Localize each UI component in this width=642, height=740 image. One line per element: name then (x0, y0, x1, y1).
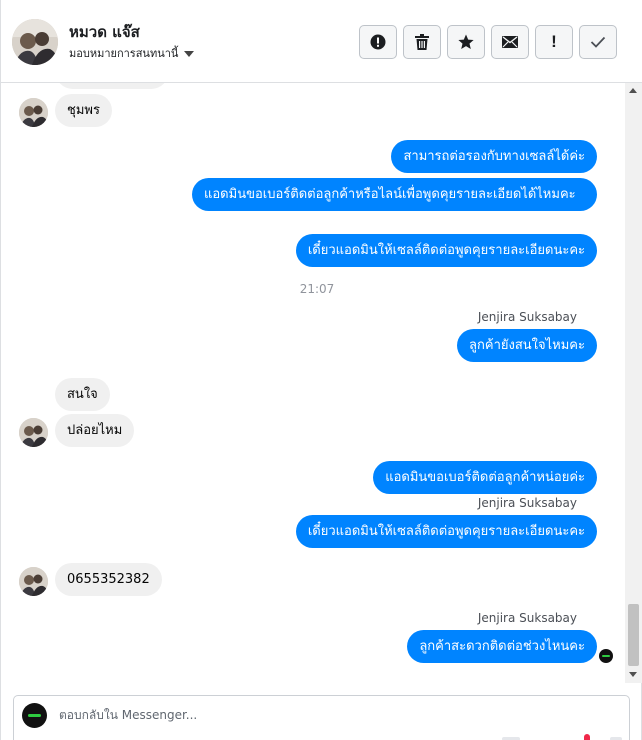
delete-button[interactable] (403, 25, 441, 59)
outgoing-message[interactable]: เดี๋ยวแอดมินให้เซลล์ติดต่อพูดคุยรายละเอี… (295, 515, 597, 548)
star-button[interactable] (447, 25, 485, 59)
incoming-message[interactable]: สนใจ (55, 378, 110, 411)
mark-unread-button[interactable] (491, 25, 529, 59)
envelope-icon (502, 36, 518, 48)
exclamation-icon: ! (551, 32, 557, 51)
inbox-conversation-panel: หมวด แจ๊ส มอบหมายการสนทนานี้ ! ชุมพร สาม… (0, 0, 642, 740)
seen-indicator-icon (599, 649, 613, 663)
outgoing-message[interactable]: แอดมินขอเบอร์ติดต่อลูกค้าหน่อยค่ะ (373, 461, 597, 494)
message-thread[interactable]: ชุมพร สามารถต่อรองกับทางเซลล์ได้ค่ะ แอดม… (1, 83, 625, 683)
incoming-message[interactable]: ชุมพร (55, 94, 112, 127)
reply-composer (13, 695, 630, 740)
customer-avatar[interactable] (12, 19, 58, 65)
thread-scrollbar[interactable] (625, 83, 642, 683)
scrollbar-thumb[interactable] (628, 604, 639, 666)
customer-avatar-small (19, 418, 48, 447)
outgoing-message[interactable]: สามารถต่อรองกับทางเซลล์ได้ค่ะ (391, 140, 597, 173)
assign-conversation-dropdown[interactable]: มอบหมายการสนทนานี้ (69, 44, 195, 62)
star-icon (458, 34, 474, 49)
trash-icon (415, 34, 429, 50)
incoming-message[interactable]: ปล่อยไหม (55, 414, 135, 447)
agent-name-label: Jenjira Suksabay (477, 310, 577, 324)
outgoing-message[interactable]: ลูกค้ายังสนใจไหมคะ (457, 329, 597, 362)
customer-name: หมวด แจ๊ส (69, 23, 140, 41)
mark-done-button[interactable] (579, 25, 617, 59)
composer-action-partial[interactable] (584, 734, 590, 740)
caret-down-icon (184, 50, 195, 57)
message-timestamp: 21:07 (299, 282, 335, 296)
message-bubble-partial (55, 83, 169, 89)
agent-name-label: Jenjira Suksabay (477, 611, 577, 625)
outgoing-message[interactable]: เดี๋ยวแอดมินให้เซลล์ติดต่อพูดคุยรายละเอี… (295, 234, 597, 267)
customer-avatar-small (19, 567, 48, 596)
scroll-down-arrow-icon[interactable] (629, 672, 637, 677)
alert-circle-icon (370, 34, 386, 50)
scroll-up-arrow-icon[interactable] (629, 88, 637, 93)
agent-name-label: Jenjira Suksabay (477, 496, 577, 510)
follow-up-button[interactable]: ! (535, 25, 573, 59)
conversation-header: หมวด แจ๊ส มอบหมายการสนทนานี้ ! (1, 0, 642, 83)
check-icon (590, 36, 606, 48)
conversation-toolbar: ! (359, 25, 617, 59)
page-logo-icon (22, 703, 47, 728)
assign-label: มอบหมายการสนทนานี้ (69, 47, 179, 60)
spam-button[interactable] (359, 25, 397, 59)
customer-avatar-small (19, 98, 48, 127)
reply-input[interactable] (59, 708, 599, 722)
outgoing-message[interactable]: แอดมินขอเบอร์ติดต่อลูกค้าหรือไลน์เพื่อพู… (192, 178, 597, 211)
outgoing-message[interactable]: ลูกค้าสะดวกติดต่อช่วงไหนคะ (407, 630, 597, 663)
incoming-message[interactable]: 0655352382 (55, 563, 162, 596)
